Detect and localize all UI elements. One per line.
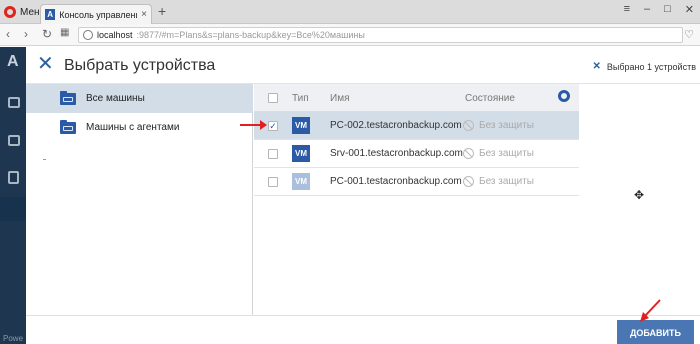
sidebar-active-item[interactable] (0, 197, 26, 221)
column-state[interactable]: Состояние (465, 93, 515, 104)
globe-icon (83, 30, 93, 40)
not-protected-icon (463, 148, 474, 159)
device-state: Без защиты (463, 148, 534, 159)
row-checkbox-checked[interactable]: ✓ (268, 121, 278, 131)
speed-dial-icon[interactable]: ▦ (60, 27, 69, 38)
url-host: localhost (97, 30, 133, 40)
powered-by-text: Powe (3, 334, 24, 343)
plans-icon[interactable] (8, 171, 19, 184)
folder-icon (60, 119, 76, 134)
dialog-footer: ДОБАВИТЬ (26, 315, 700, 344)
acronis-favicon-icon: A (45, 9, 56, 20)
column-type[interactable]: Тип (292, 93, 309, 104)
table-header: Тип Имя Состояние (254, 84, 579, 112)
opera-logo-icon (4, 6, 16, 18)
browser-tab-strip: Меню A Консоль управления резер × + ≡ – … (0, 0, 700, 24)
device-name: Srv-001.testacronbackup.com (330, 148, 463, 159)
dashboard-icon[interactable] (8, 97, 20, 108)
selected-count: ✕ Выбрано 1 устройств (593, 61, 696, 72)
tab-menu-icon[interactable]: ≡ (624, 3, 630, 16)
column-name[interactable]: Имя (330, 93, 349, 104)
vm-icon: VM (292, 173, 310, 190)
device-state: Без защиты (463, 176, 534, 187)
maximize-icon[interactable]: □ (664, 3, 671, 16)
dialog-close-icon[interactable]: ✕ (37, 54, 54, 74)
address-bar: ‹ › ↻ ▦ localhost:9877/#m=Plans&s=plans-… (0, 24, 700, 46)
bookmark-heart-icon[interactable]: ♡ (684, 28, 694, 41)
not-protected-icon (463, 120, 474, 131)
vm-icon: VM (292, 117, 310, 134)
vm-icon: VM (292, 145, 310, 162)
move-cursor-icon: ✥ (634, 188, 645, 202)
tree-item-machines-with-agents[interactable]: Машины с агентами (26, 113, 253, 142)
tab-title: Консоль управления резер (59, 9, 137, 20)
select-all-checkbox[interactable] (268, 93, 278, 103)
annotation-arrow-icon (240, 120, 267, 130)
device-name: PC-002.testacronbackup.com (330, 120, 462, 131)
device-state-text: Без защиты (479, 148, 534, 159)
table-row[interactable]: ✓ VM PC-002.testacronbackup.com Без защи… (254, 112, 579, 140)
device-state-text: Без защиты (479, 120, 534, 131)
reload-icon[interactable]: ↻ (42, 27, 52, 41)
window-controls: ≡ – □ ✕ (624, 3, 694, 16)
table-row[interactable]: VM PC-001.testacronbackup.com Без защиты (254, 168, 579, 196)
tab-close-icon[interactable]: × (141, 9, 147, 20)
dialog-title: Выбрать устройства (64, 57, 216, 74)
minimize-icon[interactable]: – (644, 3, 650, 16)
selected-count-text: Выбрано 1 устройств (606, 61, 696, 72)
device-name: PC-001.testacronbackup.com (330, 176, 462, 187)
new-tab-button[interactable]: + (158, 4, 166, 18)
dialog-header: ✕ Выбрать устройства ✕ Выбрано 1 устройс… (26, 47, 700, 84)
app-sidebar: A Powe (0, 47, 26, 344)
row-checkbox[interactable] (268, 149, 278, 159)
forward-icon[interactable]: › (24, 27, 28, 41)
url-path: :9877/#m=Plans&s=plans-backup&key=Все%20… (136, 30, 365, 40)
clear-selection-icon[interactable]: ✕ (593, 61, 601, 72)
folder-icon (60, 90, 76, 105)
back-icon[interactable]: ‹ (6, 27, 10, 41)
url-input[interactable]: localhost:9877/#m=Plans&s=plans-backup&k… (78, 27, 683, 43)
window-close-icon[interactable]: ✕ (685, 3, 694, 16)
annotation-arrow-icon (640, 299, 661, 322)
device-state: Без защиты (463, 120, 534, 131)
app-logo: A (7, 53, 19, 70)
row-checkbox[interactable] (268, 177, 278, 187)
device-state-text: Без защиты (479, 176, 534, 187)
select-devices-dialog: ✕ Выбрать устройства ✕ Выбрано 1 устройс… (26, 47, 700, 344)
browser-tab[interactable]: A Консоль управления резер × (40, 4, 152, 24)
tree-item-all-machines[interactable]: Все машины (26, 84, 253, 113)
table-row[interactable]: VM Srv-001.testacronbackup.com Без защит… (254, 140, 579, 168)
tree-item-label: Машины с агентами (86, 122, 180, 133)
tree-connector (43, 159, 46, 160)
devices-icon[interactable] (8, 135, 20, 146)
gear-icon[interactable] (558, 90, 570, 102)
device-group-tree: Все машины Машины с агентами (26, 84, 253, 315)
not-protected-icon (463, 176, 474, 187)
tree-item-label: Все машины (86, 93, 145, 104)
